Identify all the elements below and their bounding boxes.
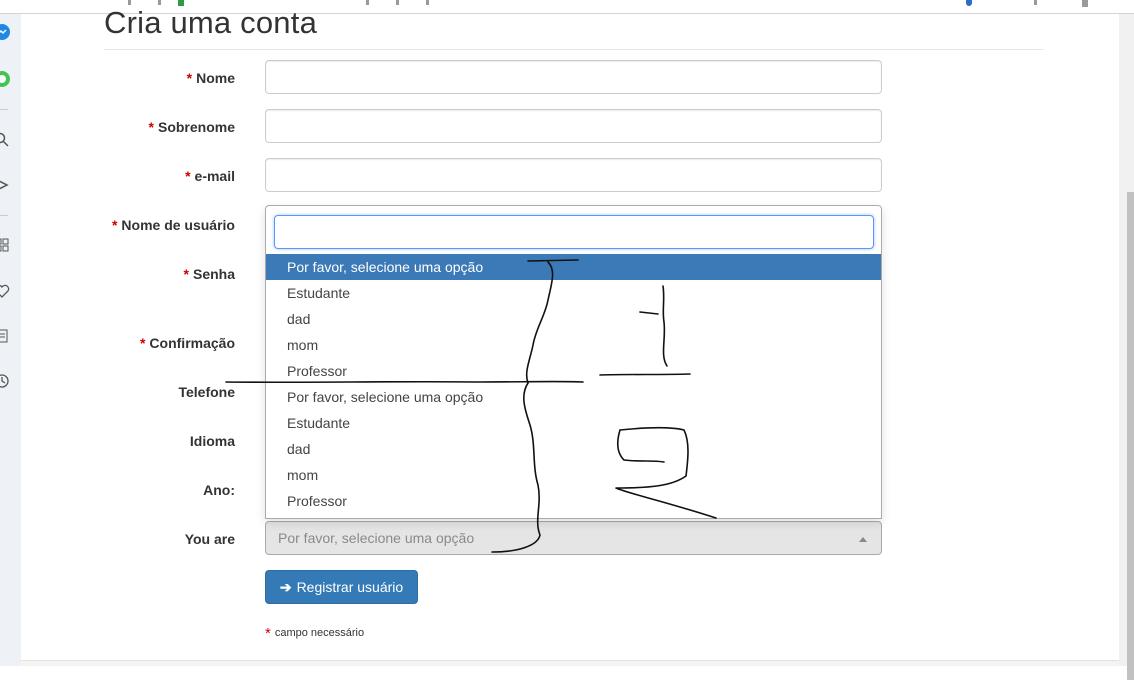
dropdown-option[interactable]: dad (266, 436, 881, 462)
extension-icon[interactable] (1082, 0, 1088, 7)
vertical-scrollbar[interactable] (1119, 14, 1134, 680)
required-marker: * (265, 625, 271, 642)
dropdown-option[interactable]: Por favor, selecione uma opção (266, 254, 881, 280)
nome-input[interactable] (265, 60, 882, 94)
search-icon[interactable] (0, 132, 10, 148)
label-text: Senha (192, 266, 235, 282)
title-divider (104, 49, 1044, 50)
register-user-button[interactable]: ➔ Registrar usuário (265, 570, 418, 604)
whatsapp-icon[interactable] (0, 71, 10, 87)
label-text: e-mail (194, 168, 235, 184)
toolbar-fragment (1034, 0, 1037, 5)
favorites-icon[interactable] (0, 283, 10, 299)
page-title: Cria uma conta (104, 5, 318, 40)
sobrenome-input[interactable] (265, 109, 882, 143)
required-marker: * (183, 266, 189, 282)
select-placeholder: Por favor, selecione uma opção (278, 530, 475, 546)
you-are-select[interactable]: Por favor, selecione uma opção (265, 521, 882, 555)
sidebar-divider (0, 109, 8, 110)
label-you-are: You are (184, 531, 235, 547)
label-text: Confirmação (149, 335, 235, 351)
sidebar-divider (0, 215, 8, 216)
required-marker: * (186, 70, 193, 86)
toolbar-fragment (396, 0, 399, 5)
dropdown-option[interactable]: Professor (266, 488, 881, 514)
required-marker: * (111, 217, 118, 233)
apps-icon[interactable] (0, 237, 10, 253)
label-ano: Ano: (203, 482, 235, 498)
caret-up-icon (859, 537, 867, 542)
label-idioma: Idioma (189, 433, 235, 449)
label-telefone: Telefone (178, 384, 235, 400)
dropdown-search-input[interactable] (274, 215, 874, 249)
label-sobrenome: * Sobrenome (15, 119, 235, 135)
send-icon[interactable] (0, 177, 10, 193)
label-text: Nome (196, 70, 235, 86)
required-note-text: campo necessário (274, 627, 365, 639)
you-are-dropdown: Por favor, selecione uma opção Estudante… (265, 205, 882, 519)
toolbar-fragment (366, 0, 369, 5)
toolbar-fragment (426, 0, 429, 5)
page-bottom-edge (21, 660, 1119, 666)
label-nome-de-usuario: * Nome de usuário (15, 217, 235, 233)
dropdown-option[interactable]: dad (266, 306, 881, 332)
label-confirmacao: * Confirmação (15, 335, 235, 351)
label-text: Sobrenome (157, 119, 235, 135)
required-marker: * (139, 335, 146, 351)
required-note: * campo necessário (265, 623, 365, 642)
required-marker: * (185, 168, 191, 184)
required-marker: * (148, 119, 154, 135)
register-user-label: Registrar usuário (296, 579, 404, 595)
label-senha: * Senha (15, 266, 235, 282)
dropdown-option[interactable]: Estudante (266, 280, 881, 306)
label-email: * e-mail (15, 168, 235, 184)
notes-icon[interactable] (0, 328, 10, 344)
dropdown-option[interactable]: Estudante (266, 410, 881, 436)
history-icon[interactable] (0, 373, 10, 389)
messenger-icon[interactable] (0, 24, 10, 40)
scrollbar-thumb[interactable] (1127, 192, 1134, 680)
label-nome: * Nome (15, 70, 235, 86)
dropdown-option[interactable]: Por favor, selecione uma opção (266, 384, 881, 410)
dropdown-option[interactable]: mom (266, 332, 881, 358)
arrow-right-icon: ➔ (279, 578, 292, 595)
email-input[interactable] (265, 158, 882, 192)
dropdown-option[interactable]: mom (266, 462, 881, 488)
dropdown-option[interactable]: Professor (266, 358, 881, 384)
account-icon[interactable] (966, 0, 972, 6)
label-text: Nome de usuário (121, 217, 235, 233)
